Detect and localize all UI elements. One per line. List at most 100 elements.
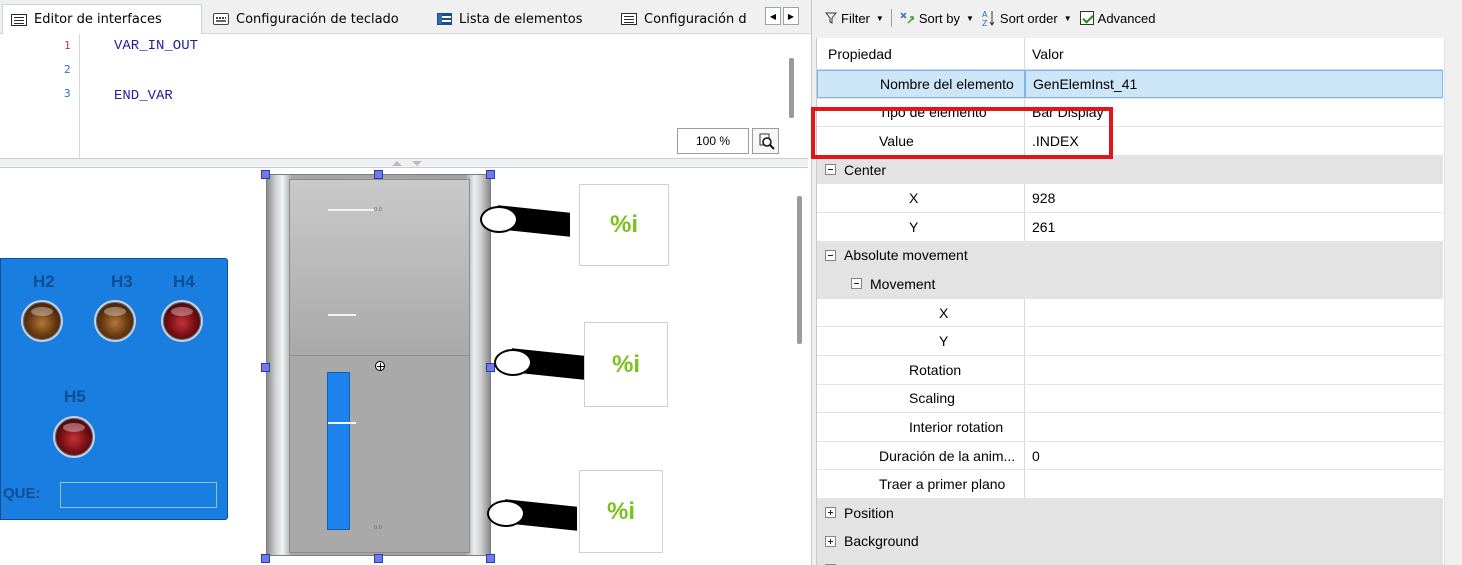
sort-by-icon bbox=[900, 12, 914, 24]
zoom-level-field[interactable]: 100 % bbox=[677, 128, 749, 154]
que-input[interactable] bbox=[60, 482, 217, 508]
property-grid-header: Propiedad Valor bbox=[817, 38, 1443, 70]
property-grid-scrollbar[interactable] bbox=[1444, 38, 1462, 565]
code-scrollbar[interactable] bbox=[789, 58, 794, 118]
lamp-label-h3: H3 bbox=[111, 272, 133, 291]
properties-toolbar: Filter ▼ Sort by ▼ AZ Sort order ▼ Advan… bbox=[813, 0, 1462, 36]
rotation-center-icon[interactable] bbox=[375, 361, 385, 371]
property-category-row[interactable]: Background bbox=[817, 527, 1443, 557]
property-value[interactable]: GenElemInst_41 bbox=[1025, 70, 1443, 98]
property-value[interactable] bbox=[1025, 299, 1443, 327]
advanced-checkbox[interactable] bbox=[1079, 11, 1094, 25]
property-row[interactable]: Tipo de elemento Bar Display bbox=[817, 98, 1443, 128]
property-category-row[interactable]: Position bbox=[817, 499, 1443, 528]
selection-handle[interactable] bbox=[261, 363, 270, 372]
property-row[interactable]: Interior rotation bbox=[817, 413, 1443, 442]
lamp-h4[interactable] bbox=[161, 300, 203, 342]
property-value[interactable] bbox=[1025, 413, 1443, 441]
chevron-left-icon: ◀ bbox=[769, 11, 777, 21]
chevron-right-icon: ▶ bbox=[787, 11, 795, 21]
property-name: X bbox=[939, 304, 949, 321]
percent-display-1: %i bbox=[579, 184, 669, 266]
magnifier-icon bbox=[759, 133, 775, 150]
property-value[interactable]: 0 bbox=[1025, 442, 1443, 470]
sort-by-button[interactable]: Sort by ▼ bbox=[895, 6, 978, 30]
property-row[interactable]: Scaling bbox=[817, 384, 1443, 414]
line-number: 2 bbox=[64, 63, 71, 76]
advanced-label: Advanced bbox=[1097, 10, 1156, 26]
column-header-propiedad[interactable]: Propiedad bbox=[817, 38, 1025, 69]
selection-handle[interactable] bbox=[261, 554, 270, 563]
lamp-h2[interactable] bbox=[21, 300, 63, 342]
property-row[interactable]: Value .INDEX bbox=[817, 127, 1443, 156]
property-row[interactable]: Nombre del elemento GenElemInst_41 bbox=[817, 70, 1443, 99]
property-name: Traer a primer plano bbox=[879, 476, 1006, 493]
property-row[interactable]: X 928 bbox=[817, 184, 1443, 213]
pane-splitter[interactable] bbox=[0, 158, 808, 168]
lamp-h5[interactable] bbox=[53, 416, 95, 458]
switch-knob[interactable] bbox=[494, 349, 532, 376]
zoom-button[interactable] bbox=[752, 128, 779, 154]
selection-handle[interactable] bbox=[374, 170, 383, 179]
tab-lista-de-elementos[interactable]: Lista de elementos bbox=[428, 4, 610, 34]
tab-editor-de-interfaces[interactable]: Editor de interfaces bbox=[2, 4, 202, 35]
tab-scroll-right-button[interactable]: ▶ bbox=[783, 7, 799, 25]
switch-knob[interactable] bbox=[487, 500, 525, 527]
property-row[interactable]: Rotation bbox=[817, 356, 1443, 385]
code-line[interactable]: END_VAR bbox=[114, 88, 173, 104]
collapse-icon[interactable] bbox=[825, 249, 836, 261]
property-value[interactable] bbox=[1025, 327, 1443, 355]
property-value[interactable]: .INDEX bbox=[1025, 127, 1443, 155]
filter-button[interactable]: Filter ▼ bbox=[821, 6, 888, 30]
property-value[interactable]: 261 bbox=[1025, 213, 1443, 241]
line-number: 3 bbox=[64, 87, 71, 100]
tab-label: Configuración d bbox=[644, 11, 747, 27]
property-row[interactable]: Traer a primer plano bbox=[817, 470, 1443, 499]
advanced-toggle[interactable]: Advanced bbox=[1076, 6, 1160, 30]
property-row[interactable]: Y 261 bbox=[817, 213, 1443, 242]
property-category-row[interactable] bbox=[817, 556, 1443, 565]
property-name-cell: Movement bbox=[817, 270, 1025, 298]
que-label: QUE: bbox=[3, 485, 41, 502]
property-value[interactable]: 928 bbox=[1025, 184, 1443, 212]
property-row[interactable]: Y bbox=[817, 327, 1443, 356]
line-number: 1 bbox=[64, 39, 71, 52]
property-value[interactable] bbox=[1025, 470, 1443, 498]
property-name-cell: Position bbox=[817, 499, 1025, 527]
column-header-valor[interactable]: Valor bbox=[1025, 38, 1443, 69]
property-row[interactable]: X bbox=[817, 298, 1443, 328]
property-value[interactable]: Bar Display bbox=[1025, 99, 1443, 127]
switch-knob[interactable] bbox=[480, 206, 518, 233]
tab-label: Configuración de teclado bbox=[236, 11, 399, 27]
sort-order-button[interactable]: AZ Sort order ▼ bbox=[978, 6, 1076, 30]
lamp-panel[interactable]: H2 H3 H4 H5 QUE: bbox=[0, 258, 228, 520]
collapse-icon[interactable] bbox=[851, 278, 862, 290]
selection-handle[interactable] bbox=[374, 554, 383, 563]
tab-configuracion-d[interactable]: Configuración d bbox=[612, 4, 760, 34]
selection-handle[interactable] bbox=[486, 554, 495, 563]
property-category-row[interactable]: Movement bbox=[817, 270, 1443, 299]
property-name-cell: Nombre del elemento bbox=[817, 70, 1025, 98]
selection-handle[interactable] bbox=[261, 170, 270, 179]
visualization-canvas[interactable]: H2 H3 H4 H5 QUE: 0.0 0.0 %i %i %i bbox=[0, 168, 808, 565]
property-name-cell: Absolute movement bbox=[817, 242, 1025, 270]
property-value[interactable] bbox=[1025, 385, 1443, 413]
code-line[interactable]: VAR_IN_OUT bbox=[114, 38, 198, 54]
scale-tick bbox=[328, 422, 356, 424]
scale-tick-label: 0.0 bbox=[374, 207, 382, 213]
declaration-editor[interactable]: 1 2 3 VAR_IN_OUT END_VAR 100 % bbox=[0, 34, 808, 158]
percent-display-3: %i bbox=[579, 470, 663, 553]
selection-handle[interactable] bbox=[486, 170, 495, 179]
property-category-row[interactable]: Absolute movement bbox=[817, 241, 1443, 271]
collapse-icon[interactable] bbox=[825, 164, 836, 176]
property-row[interactable]: Duración de la anim... 0 bbox=[817, 441, 1443, 471]
expand-icon[interactable] bbox=[825, 507, 836, 519]
tab-scroll-left-button[interactable]: ◀ bbox=[765, 7, 781, 25]
lamp-h3[interactable] bbox=[94, 300, 136, 342]
window-icon bbox=[11, 13, 27, 26]
canvas-scrollbar[interactable] bbox=[797, 196, 802, 344]
property-category-row[interactable]: Center bbox=[817, 155, 1443, 185]
expand-icon[interactable] bbox=[825, 535, 836, 547]
property-value[interactable] bbox=[1025, 356, 1443, 384]
tab-configuracion-de-teclado[interactable]: Configuración de teclado bbox=[204, 4, 426, 34]
